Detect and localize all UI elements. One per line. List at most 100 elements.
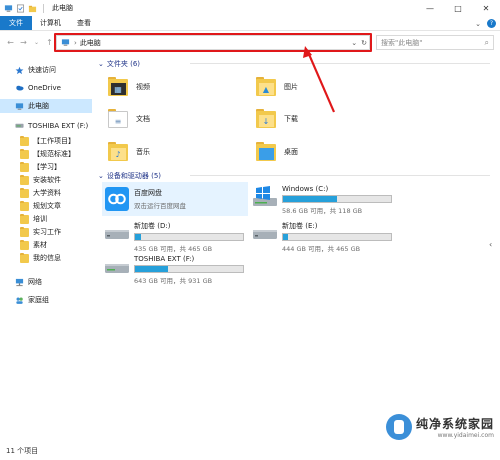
drive-name: 新加卷 (D:) <box>134 222 171 230</box>
expand-ribbon-icon[interactable]: ⌄ <box>475 20 481 28</box>
refresh-icon[interactable]: ↻ <box>361 39 367 47</box>
content-area: ⌄ 文件夹 (6) ▦ 视频 ▲ 图片 ≡ 文档 ↓ 下载 ♪ 音乐 桌面 ⌄ … <box>92 54 492 442</box>
computer-icon[interactable] <box>4 4 13 13</box>
video-folder-icon: ▦ <box>108 76 130 98</box>
sidebar-item-label: 【学习】 <box>33 163 61 171</box>
tab-file[interactable]: 文件 <box>0 16 32 30</box>
item-count: 11 个项目 <box>6 447 39 455</box>
music-folder-icon: ♪ <box>108 141 130 163</box>
chevron-down-icon: ⌄ <box>98 60 104 68</box>
help-icon[interactable]: ? <box>487 19 496 28</box>
sidebar-item-folder[interactable]: 素材 <box>20 239 47 250</box>
sidebar-item-folder[interactable]: 安装软件 <box>20 174 61 185</box>
sidebar-item-folder[interactable]: 【工作项目】 <box>20 135 75 146</box>
drive-usage-bar <box>282 233 392 241</box>
sidebar-item-label: TOSHIBA EXT (F:) <box>28 121 89 130</box>
drive-d[interactable]: 新加卷 (D:) 435 GB 可用，共 465 GB <box>104 221 244 253</box>
window-controls: — □ ✕ <box>416 0 500 16</box>
folder-icon <box>20 226 29 237</box>
sidebar-item-folder[interactable]: 【学习】 <box>20 161 61 172</box>
properties-icon[interactable] <box>16 4 25 13</box>
address-dropdown-icon[interactable]: ⌄ <box>351 39 357 47</box>
sidebar-item-folder[interactable]: 【规范标准】 <box>20 148 75 159</box>
sidebar-item-folder[interactable]: 大学资料 <box>20 187 61 198</box>
drive-usage-fill <box>283 234 289 240</box>
sidebar-item-folder[interactable]: 我的信息 <box>20 252 61 263</box>
sidebar-item-folder[interactable]: 培训 <box>20 213 47 224</box>
drive-capacity: 444 GB 可用，共 465 GB <box>282 245 361 253</box>
drive-e[interactable]: 新加卷 (E:) 444 GB 可用，共 465 GB <box>252 221 392 253</box>
folder-icon <box>20 200 29 211</box>
folder-tile-videos[interactable]: ▦ 视频 <box>108 76 150 98</box>
ribbon-tabs: 文件 计算机 查看 ⌄ ? <box>0 16 500 31</box>
drive-icon <box>15 123 24 128</box>
external-drive-icon <box>104 255 130 281</box>
tab-view[interactable]: 查看 <box>69 16 99 30</box>
recent-locations-icon[interactable]: ⌄ <box>30 36 43 49</box>
sidebar-item-toshiba[interactable]: TOSHIBA EXT (F:) <box>15 121 88 130</box>
folder-icon <box>20 148 29 159</box>
baidu-netdisk-desc: 双击运行百度网盘 <box>134 202 186 210</box>
drive-usage-fill <box>135 234 142 240</box>
folder-tile-downloads[interactable]: ↓ 下载 <box>256 108 298 130</box>
folder-icon <box>20 161 29 172</box>
folder-label: 下载 <box>284 115 298 123</box>
sidebar-item-quick-access[interactable]: 快速访问 <box>15 65 56 75</box>
folder-label: 文档 <box>136 115 150 123</box>
sidebar-item-folder[interactable]: 规划文章 <box>20 200 61 211</box>
quick-access-toolbar: 此电脑 <box>0 3 73 13</box>
folder-icon <box>20 187 29 198</box>
watermark-brand: 纯净系统家园 <box>415 417 494 431</box>
network-icon <box>15 278 24 286</box>
documents-folder-icon: ≡ <box>108 108 130 130</box>
devices-group-header[interactable]: ⌄ 设备和驱动器 (5) <box>98 171 490 181</box>
folder-tile-music[interactable]: ♪ 音乐 <box>108 141 150 163</box>
sidebar-item-folder[interactable]: 实习工作 <box>20 226 61 237</box>
back-arrow-icon[interactable]: ← <box>4 36 17 49</box>
search-icon[interactable]: ⌕ <box>485 38 489 48</box>
sidebar-item-this-pc[interactable]: 此电脑 <box>0 99 92 113</box>
group-title: 文件夹 (6) <box>106 60 141 68</box>
folder-tile-desktop[interactable]: 桌面 <box>256 141 298 163</box>
sidebar-item-label: 大学资料 <box>33 189 61 197</box>
folder-tile-documents[interactable]: ≡ 文档 <box>108 108 150 130</box>
new-folder-icon[interactable] <box>28 4 37 13</box>
pictures-folder-icon: ▲ <box>256 76 278 98</box>
drive-icon <box>252 221 278 247</box>
drive-capacity: 58.6 GB 可用，共 118 GB <box>282 207 363 215</box>
breadcrumb-this-pc[interactable]: 此电脑 <box>80 38 101 48</box>
search-box: ⌕ <box>376 35 494 50</box>
folder-label: 图片 <box>284 83 298 91</box>
drive-name: 新加卷 (E:) <box>282 222 318 230</box>
close-icon[interactable]: ✕ <box>472 0 500 16</box>
sidebar-item-onedrive[interactable]: OneDrive <box>15 83 61 92</box>
navigation-bar: ← → ⌄ ↑ › 此电脑 ⌄ ↻ ⌕ <box>0 31 500 54</box>
forward-arrow-icon[interactable]: → <box>17 36 30 49</box>
breadcrumb-separator-icon[interactable]: › <box>74 39 77 47</box>
sidebar-item-homegroup[interactable]: 家庭组 <box>15 295 49 305</box>
navigation-pane: 快速访问 OneDrive 此电脑 TOSHIBA EXT (F:) 【工作项目… <box>0 57 92 442</box>
scroll-chevron-icon[interactable]: ‹ <box>489 240 497 254</box>
tab-computer[interactable]: 计算机 <box>32 16 69 30</box>
folder-tile-pictures[interactable]: ▲ 图片 <box>256 76 298 98</box>
search-input[interactable] <box>381 38 476 47</box>
computer-icon <box>15 102 24 110</box>
baidu-netdisk-name: 百度网盘 <box>134 189 162 197</box>
drive-usage-fill <box>135 266 169 272</box>
baidu-netdisk-tile[interactable]: 百度网盘 双击运行百度网盘 <box>102 182 248 216</box>
minimize-icon[interactable]: — <box>416 0 444 16</box>
sidebar-item-network[interactable]: 网络 <box>15 277 42 287</box>
address-bar[interactable]: › 此电脑 ⌄ ↻ <box>56 35 370 50</box>
drive-name: TOSHIBA EXT (F:) <box>134 255 195 263</box>
windows-drive-icon <box>252 185 278 211</box>
drive-usage-bar <box>134 233 244 241</box>
window-title: 此电脑 <box>52 4 73 12</box>
sidebar-item-label: OneDrive <box>28 83 61 92</box>
maximize-icon[interactable]: □ <box>444 0 472 16</box>
sidebar-item-label: 快速访问 <box>28 66 56 74</box>
folders-group-header[interactable]: ⌄ 文件夹 (6) <box>98 59 490 69</box>
up-arrow-icon[interactable]: ↑ <box>43 36 56 49</box>
folder-icon <box>20 135 29 146</box>
drive-c[interactable]: Windows (C:) 58.6 GB 可用，共 118 GB <box>252 185 392 215</box>
drive-f[interactable]: TOSHIBA EXT (F:) 643 GB 可用，共 931 GB <box>104 255 244 285</box>
